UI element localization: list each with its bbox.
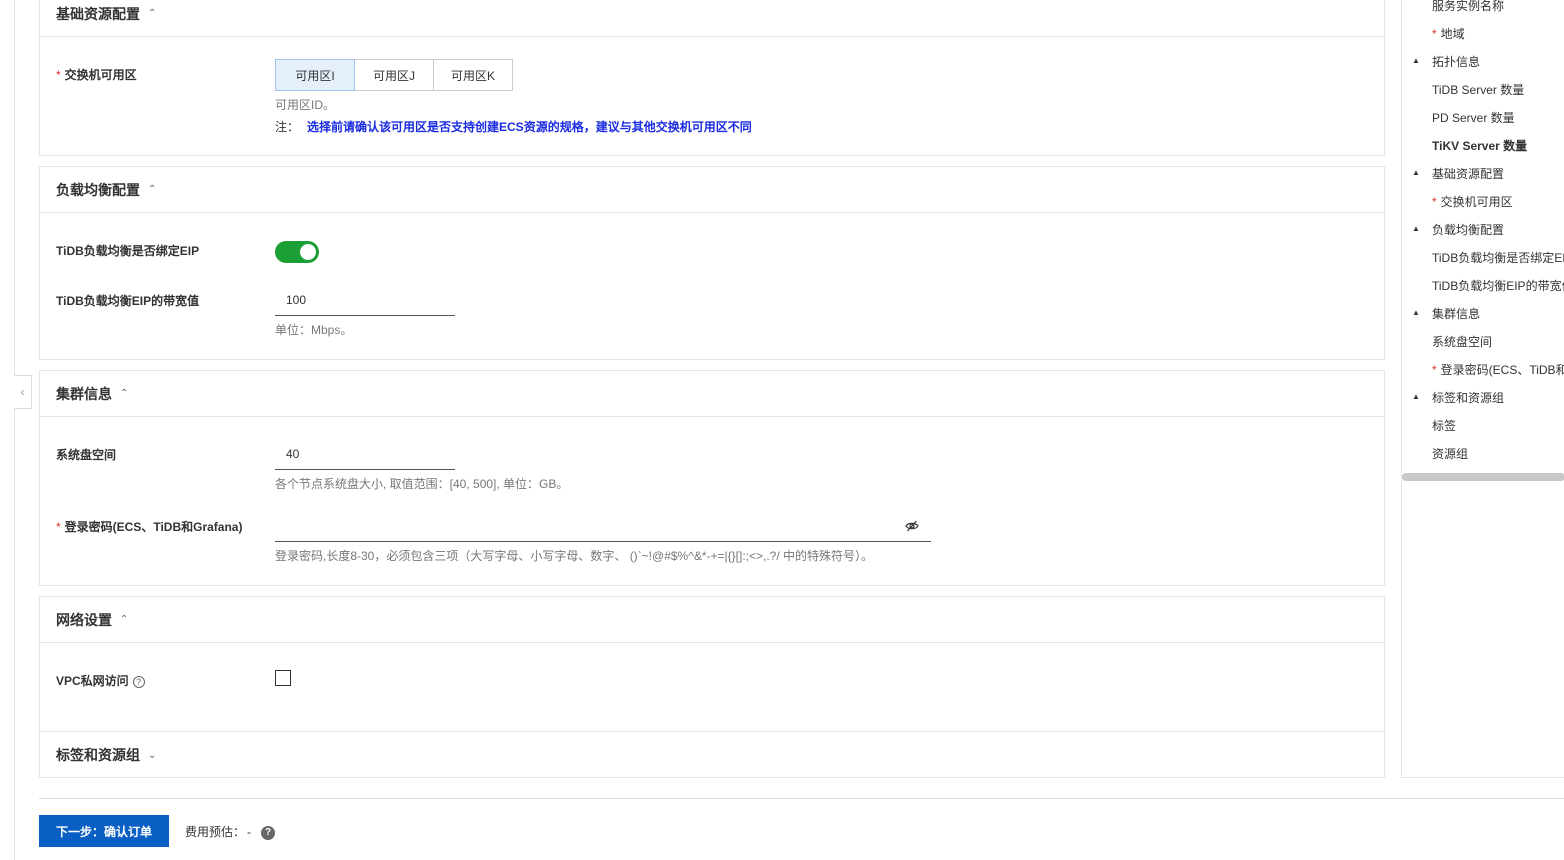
eip-toggle[interactable] — [275, 241, 319, 263]
section-title: 集群信息 — [56, 385, 112, 402]
question-icon[interactable]: ? — [132, 675, 145, 688]
toc-item[interactable]: TiDB Server 数量 — [1402, 81, 1564, 101]
fee-label: 费用预估： — [185, 825, 246, 839]
caret-up-icon: ▲ — [1412, 308, 1420, 317]
section-header[interactable]: 集群信息 ⌃ — [40, 371, 1384, 417]
section-basic-resources: 基础资源配置 ⌃ * 交换机可用区 可用区I 可用区J 可用区K 可用区ID。 注… — [39, 0, 1385, 156]
section-title: 负载均衡配置 — [56, 181, 140, 198]
section-tags-header[interactable]: 标签和资源组 ⌄ — [40, 732, 1384, 778]
section-load-balancer: 负载均衡配置 ⌃ TiDB负载均衡是否绑定EIP TiDB负载均衡EIP的带宽值… — [39, 166, 1385, 360]
toc-item[interactable]: *登录密码(ECS、TiDB和Grafana) — [1402, 361, 1564, 381]
section-title: 基础资源配置 — [56, 5, 140, 22]
zone-label: * 交换机可用区 — [56, 68, 137, 82]
chevron-up-icon: ⌃ — [120, 388, 129, 399]
next-confirm-order-button[interactable]: 下一步：确认订单 — [39, 815, 169, 847]
chevron-left-icon: ‹ — [20, 385, 25, 399]
fee-estimate: 费用预估： -? — [185, 823, 276, 840]
password-help: 登录密码,长度8-30，必须包含三项（大写字母、小写字母、数字、 ()`~!@#… — [275, 549, 874, 563]
toc-item[interactable]: * 地域 — [1402, 25, 1564, 45]
collapse-panel-button[interactable]: ‹ — [14, 375, 32, 409]
caret-up-icon: ▲ — [1412, 224, 1420, 233]
toc-group[interactable]: ▲ 集群信息 — [1402, 305, 1564, 325]
zone-option-j[interactable]: 可用区J — [354, 59, 434, 91]
bandwidth-help: 单位：Mbps。 — [275, 323, 353, 337]
section-title: 标签和资源组 — [56, 747, 140, 763]
disk-input[interactable]: 40 — [275, 438, 455, 470]
section-cluster-info: 集群信息 ⌃ 系统盘空间 40 各个节点系统盘大小, 取值范围：[40, 500… — [39, 370, 1385, 586]
chevron-down-icon: ⌄ — [148, 749, 157, 761]
note-label: 注： — [275, 120, 300, 134]
vpc-label: VPC私网访问? — [56, 672, 145, 689]
zone-option-k[interactable]: 可用区K — [433, 59, 513, 91]
toc-group[interactable]: ▲ 标签和资源组 — [1402, 389, 1564, 409]
zone-help: 可用区ID。 — [275, 98, 336, 112]
toc-group[interactable]: ▲ 负载均衡配置 — [1402, 221, 1564, 241]
chevron-up-icon: ⌃ — [148, 8, 157, 19]
toc-item[interactable]: TiDB负载均衡是否绑定EIP — [1402, 249, 1564, 269]
caret-up-icon: ▲ — [1412, 392, 1420, 401]
toc-item-active[interactable]: TiKV Server 数量 — [1402, 137, 1564, 157]
toc-group[interactable]: ▲ 基础资源配置 — [1402, 165, 1564, 185]
fee-value: - — [247, 825, 252, 839]
disk-label: 系统盘空间 — [56, 448, 117, 462]
toc-group[interactable]: ▲ 拓扑信息 — [1402, 53, 1564, 73]
toc-item[interactable]: TiDB负载均衡EIP的带宽值 — [1402, 277, 1564, 297]
section-header[interactable]: 基础资源配置 ⌃ — [40, 0, 1384, 37]
toc-item[interactable]: 服务实例名称 — [1402, 0, 1564, 17]
zone-selector: 可用区I 可用区J 可用区K — [275, 59, 513, 91]
chevron-up-icon: ⌃ — [120, 614, 129, 625]
bandwidth-label: TiDB负载均衡EIP的带宽值 — [56, 294, 200, 308]
toc-item[interactable]: 标签 — [1402, 417, 1564, 437]
section-header[interactable]: 负载均衡配置 ⌃ — [40, 167, 1384, 213]
zone-note: 注： 选择前请确认该可用区是否支持创建ECS资源的规格，建议与其他交换机可用区不同 — [275, 118, 752, 135]
required-mark: * — [56, 520, 61, 534]
caret-up-icon: ▲ — [1412, 168, 1420, 177]
vpc-checkbox[interactable] — [275, 670, 291, 686]
toc-item[interactable]: 系统盘空间 — [1402, 333, 1564, 353]
left-divider — [14, 0, 15, 860]
eip-label: TiDB负载均衡是否绑定EIP — [56, 244, 200, 258]
zone-option-i[interactable]: 可用区I — [275, 59, 355, 91]
toc-item[interactable]: 资源组 — [1402, 445, 1564, 465]
question-circle-icon[interactable]: ? — [261, 825, 276, 840]
bandwidth-input[interactable]: 100 — [275, 284, 455, 316]
password-label: * 登录密码(ECS、TiDB和Grafana) — [56, 520, 243, 534]
section-header[interactable]: 网络设置 ⌃ — [40, 597, 1384, 643]
section-network: 网络设置 ⌃ VPC私网访问? 标签和资源组 ⌄ — [39, 596, 1385, 778]
note-text: 选择前请确认该可用区是否支持创建ECS资源的规格，建议与其他交换机可用区不同 — [307, 120, 752, 134]
password-input[interactable] — [275, 510, 931, 542]
toc-scrollbar[interactable] — [1402, 473, 1564, 481]
footer-divider — [39, 798, 1564, 799]
eye-off-icon[interactable] — [905, 519, 919, 533]
chevron-up-icon: ⌃ — [148, 184, 157, 195]
toc-panel: 服务实例名称 * 地域 ▲ 拓扑信息 TiDB Server 数量 PD Serve… — [1401, 0, 1564, 778]
toc-item[interactable]: * 交换机可用区 — [1402, 193, 1564, 213]
caret-up-icon: ▲ — [1412, 56, 1420, 65]
disk-help: 各个节点系统盘大小, 取值范围：[40, 500], 单位：GB。 — [275, 477, 569, 491]
required-mark: * — [56, 68, 61, 82]
section-title: 网络设置 — [56, 611, 112, 628]
toc-item[interactable]: PD Server 数量 — [1402, 109, 1564, 129]
